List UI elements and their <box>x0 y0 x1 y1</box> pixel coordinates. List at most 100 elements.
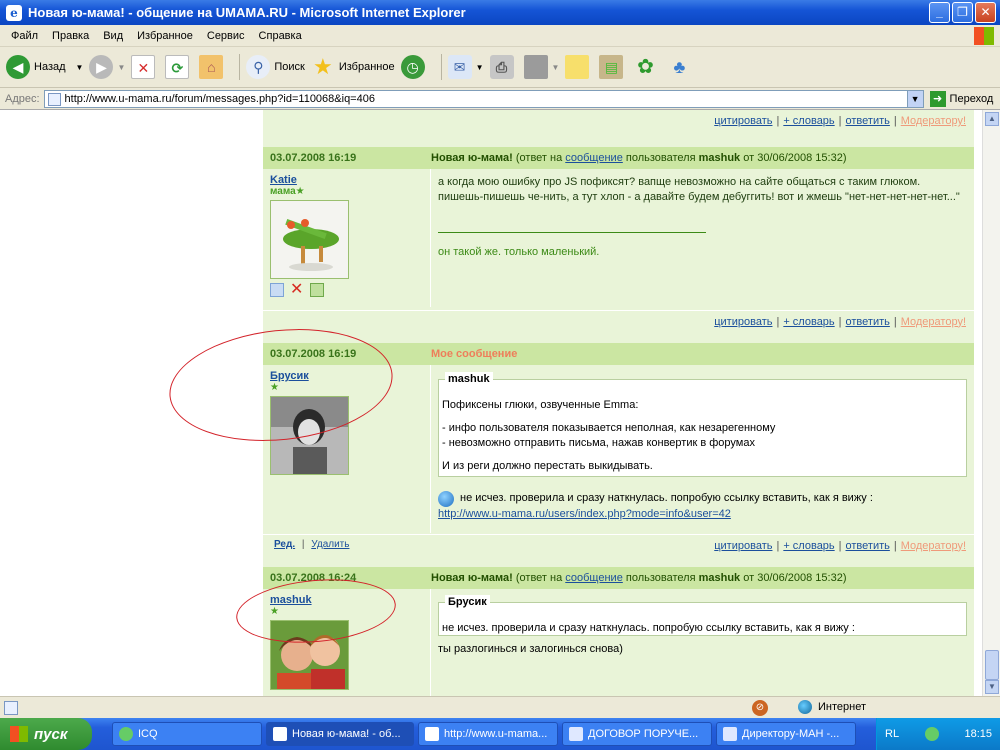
forward-arrow-icon: ▶ <box>89 55 114 79</box>
quote-link[interactable]: цитировать <box>714 316 772 328</box>
search-button[interactable]: ⚲ Поиск <box>246 55 305 79</box>
maximize-button[interactable]: ❐ <box>952 2 973 23</box>
home-button[interactable]: ⌂ <box>199 55 227 79</box>
history-icon: ◷ <box>400 55 425 79</box>
post-title: Мое сообщение <box>431 348 518 360</box>
minimize-button[interactable]: _ <box>929 2 950 23</box>
clock: 18:15 <box>964 728 992 740</box>
language-indicator[interactable]: RL <box>885 728 899 740</box>
refresh-button[interactable]: ⟳ <box>165 55 193 79</box>
menu-view[interactable]: Вид <box>96 30 130 42</box>
status-bar: ⊘ Интернет <box>0 696 1000 718</box>
reply-to-link[interactable]: сообщение <box>565 572 623 584</box>
task-ie-second[interactable]: http://www.u-mama... <box>418 722 558 746</box>
post-header: 03.07.2008 16:19 Новая ю-мама! (ответ на… <box>263 147 974 169</box>
reply-link[interactable]: ответить <box>846 115 890 127</box>
moderator-link[interactable]: Модератору! <box>901 540 966 552</box>
vertical-scrollbar[interactable]: ▲ ▼ <box>982 110 1000 696</box>
post-actions: цитировать | + словарь | ответить | Модерат… <box>263 310 974 332</box>
task-word-contract[interactable]: ДОГОВОР ПОРУЧЕ... <box>562 722 712 746</box>
address-dropdown[interactable]: ▼ <box>906 90 923 107</box>
post-author: Katie мама★ ✕ <box>263 169 431 307</box>
edit-page-button[interactable]: ▼ <box>523 55 559 79</box>
people-icon: ♣ <box>673 57 686 77</box>
scroll-thumb[interactable] <box>985 650 999 680</box>
printer-icon: ⎙ <box>489 55 514 79</box>
word-icon <box>723 727 737 741</box>
home-icon: ⌂ <box>199 55 224 79</box>
post-text: а когда мою ошибку про JS пофиксят? вапщ… <box>431 169 974 307</box>
post-title: Новая ю-мама! (ответ на сообщение пользо… <box>431 572 847 584</box>
post-link[interactable]: http://www.u-mama.ru/users/index.php?mod… <box>438 507 967 522</box>
print-button[interactable]: ⎙ <box>489 55 518 79</box>
messenger-button[interactable]: ♣ <box>667 55 695 79</box>
post-date: 03.07.2008 16:19 <box>270 152 357 164</box>
dict-link[interactable]: + словарь <box>783 316 834 328</box>
menu-favorites[interactable]: Избранное <box>130 30 200 42</box>
globe-icon <box>798 700 812 714</box>
favorites-button[interactable]: ★ Избранное <box>311 55 395 79</box>
quote-link[interactable]: цитировать <box>714 115 772 127</box>
menu-file[interactable]: Файл <box>4 30 45 42</box>
dict-link[interactable]: + словарь <box>783 540 834 552</box>
icq-toolbar-button[interactable]: ✿ <box>633 55 661 79</box>
windows-logo-icon <box>974 27 994 45</box>
profile-icon[interactable] <box>310 283 324 297</box>
mail-icon: ✉ <box>447 55 472 79</box>
moderator-link[interactable]: Модератору! <box>901 316 966 328</box>
reply-to-link[interactable]: сообщение <box>565 152 623 164</box>
scroll-down-arrow[interactable]: ▼ <box>985 680 999 694</box>
menu-edit[interactable]: Правка <box>45 30 96 42</box>
reply-link[interactable]: ответить <box>846 316 890 328</box>
quote-author: Брусик <box>445 595 490 610</box>
mail-icon[interactable] <box>270 283 284 297</box>
menu-help[interactable]: Справка <box>252 30 309 42</box>
smiley-icon <box>438 491 454 507</box>
quote-link[interactable]: цитировать <box>714 540 772 552</box>
popup-blocker-icon[interactable]: ⊘ <box>752 700 768 716</box>
scroll-up-arrow[interactable]: ▲ <box>985 112 999 126</box>
task-ie-forum[interactable]: Новая ю-мама! - об... <box>266 722 414 746</box>
moderator-link[interactable]: Модератору! <box>901 115 966 127</box>
ie-icon <box>425 727 439 741</box>
go-button[interactable]: ➜ Переход <box>929 90 993 107</box>
research-button[interactable]: ▤ <box>599 55 627 79</box>
reply-link[interactable]: ответить <box>846 540 890 552</box>
quote-block: mashuk Пофиксены глюки, озвученные Emma:… <box>438 372 967 477</box>
flower-icon: ✿ <box>637 56 654 78</box>
back-arrow-icon: ◀ <box>6 55 30 79</box>
tray-icon[interactable] <box>924 727 939 741</box>
page-icon <box>47 92 61 106</box>
dict-link[interactable]: + словарь <box>783 115 834 127</box>
menu-tools[interactable]: Сервис <box>200 30 252 42</box>
title-bar: e Новая ю-мама! - общение на UMAMA.RU - … <box>0 0 1000 25</box>
window-title: Новая ю-мама! - общение на UMAMA.RU - Mi… <box>28 5 466 20</box>
post-body: Katie мама★ ✕ а когда мою ошибку про JS … <box>263 169 974 307</box>
mail-button[interactable]: ✉ ▼ <box>447 55 484 79</box>
notes-button[interactable] <box>565 55 593 79</box>
close-button[interactable]: ✕ <box>975 2 996 23</box>
search-icon: ⚲ <box>246 55 271 79</box>
book-icon: ▤ <box>599 55 624 79</box>
system-tray: RL 18:15 <box>876 718 1000 750</box>
history-button[interactable]: ◷ <box>400 55 429 79</box>
address-input[interactable]: http://www.u-mama.ru/forum/messages.php?… <box>43 89 924 108</box>
forward-button[interactable]: ▶ ▼ <box>89 55 125 79</box>
author-name[interactable]: Katie <box>270 174 423 186</box>
post-actions: Ред. | Удалить цитировать | + словарь | от… <box>263 534 974 556</box>
page-status-icon <box>4 700 18 715</box>
signature: он такой же. только маленький. <box>438 246 600 258</box>
word-icon <box>569 727 583 741</box>
task-icq[interactable]: ICQ <box>112 722 262 746</box>
delete-link[interactable]: Удалить <box>311 539 349 550</box>
start-button[interactable]: пуск <box>0 718 92 750</box>
edit-link[interactable]: Ред. <box>274 539 295 550</box>
cross-icon[interactable]: ✕ <box>290 282 304 298</box>
taskbar: пуск ICQ Новая ю-мама! - об... http://ww… <box>0 718 1000 750</box>
post-text: mashuk Пофиксены глюки, озвученные Emma:… <box>431 365 974 533</box>
stop-button[interactable]: ✕ <box>131 55 159 79</box>
task-word-director[interactable]: Директору-МАН -... <box>716 722 856 746</box>
back-button[interactable]: ◀ Назад ▼ <box>6 55 83 79</box>
quote-author: mashuk <box>445 372 493 387</box>
address-bar: Адрес: http://www.u-mama.ru/forum/messag… <box>0 88 1000 110</box>
